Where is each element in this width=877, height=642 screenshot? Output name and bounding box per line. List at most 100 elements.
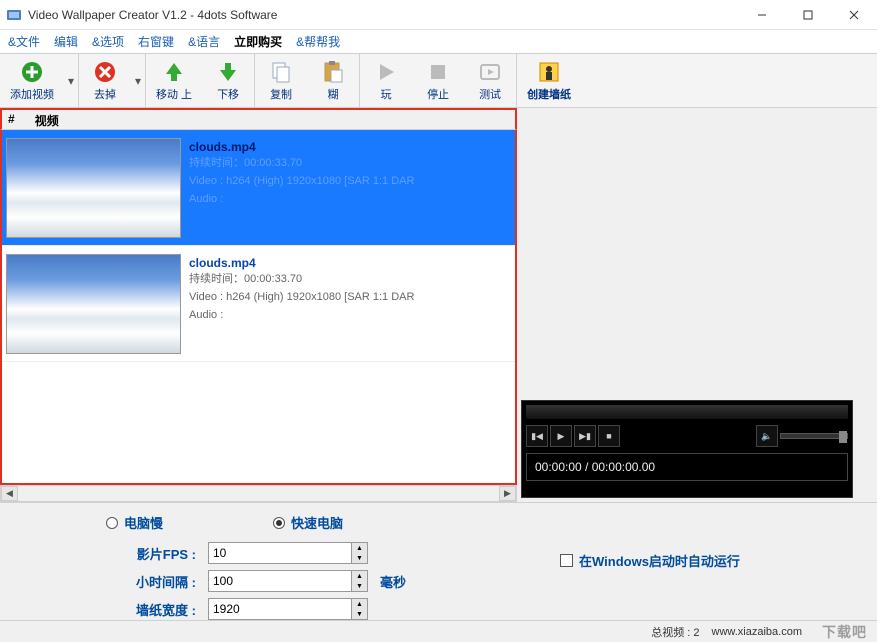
stop-label: 停止 — [427, 86, 449, 102]
menu-buy[interactable]: 立即购买 — [234, 33, 282, 50]
maximize-button[interactable] — [785, 0, 831, 30]
arrow-up-icon — [162, 60, 186, 84]
play-icon — [374, 60, 398, 84]
player-play-button[interactable]: ▶ — [550, 425, 572, 447]
menu-edit[interactable]: 编辑 — [54, 33, 78, 50]
player-time: 00:00:00 / 00:00:00.00 — [526, 453, 848, 481]
stop-button[interactable]: 停止 — [412, 54, 464, 107]
minimize-button[interactable] — [739, 0, 785, 30]
video-list-pane: # 视频 clouds.mp4 持续时间：00:00:33.70 Video :… — [0, 108, 517, 502]
list-row[interactable]: clouds.mp4 持续时间：00:00:33.70 Video : h264… — [2, 130, 515, 246]
status-total: 总视频 : 2 — [651, 624, 699, 640]
spin-up-icon[interactable]: ▲ — [351, 571, 367, 581]
remove-label: 去掉 — [94, 86, 116, 102]
interval-unit: 毫秒 — [380, 572, 406, 591]
video-filename: clouds.mp4 — [189, 140, 414, 154]
fps-label: 影片FPS : — [106, 544, 196, 563]
scroll-right-arrow[interactable]: ▶ — [499, 486, 516, 501]
video-duration: 持续时间：00:00:33.70 — [189, 156, 414, 172]
app-icon — [6, 7, 22, 23]
moveup-button[interactable]: 移动 上 — [146, 54, 202, 107]
add-dropdown-arrow[interactable]: ▾ — [64, 54, 78, 107]
radio-icon — [106, 517, 118, 529]
remove-button[interactable]: 去掉 — [79, 54, 131, 107]
play-button[interactable]: 玩 — [360, 54, 412, 107]
video-thumbnail — [6, 254, 181, 354]
video-duration: 持续时间：00:00:33.70 — [189, 272, 414, 288]
close-button[interactable] — [831, 0, 877, 30]
interval-spinner[interactable]: 100 ▲▼ — [208, 570, 368, 592]
player-stop-button[interactable]: ■ — [598, 425, 620, 447]
menu-help[interactable]: &帮帮我 — [296, 33, 340, 50]
menu-options[interactable]: &选项 — [92, 33, 124, 50]
video-thumbnail — [6, 138, 181, 238]
list-row[interactable]: clouds.mp4 持续时间：00:00:33.70 Video : h264… — [2, 246, 515, 362]
watermark: 下载吧 — [822, 622, 867, 642]
copy-button[interactable]: 复制 — [255, 54, 307, 107]
spin-down-icon[interactable]: ▼ — [351, 609, 367, 619]
volume-slider[interactable] — [780, 433, 848, 439]
scroll-track[interactable] — [18, 486, 499, 501]
radio-fast-pc[interactable]: 快速电脑 — [273, 513, 343, 532]
interval-value: 100 — [213, 574, 233, 588]
build-label: 创建墙纸 — [527, 86, 571, 102]
media-player: ▮◀ ▶ ▶▮ ■ 🔈 00:00:00 / 00:00:00.00 — [521, 400, 853, 498]
scroll-left-arrow[interactable]: ◀ — [1, 486, 18, 501]
list-body[interactable]: clouds.mp4 持续时间：00:00:33.70 Video : h264… — [0, 130, 517, 485]
menu-file[interactable]: &文件 — [8, 33, 40, 50]
fps-value: 10 — [213, 546, 226, 560]
build-icon — [537, 60, 561, 84]
horizontal-scrollbar[interactable]: ◀ ▶ — [0, 485, 517, 502]
play-label: 玩 — [381, 86, 392, 102]
test-icon — [478, 60, 502, 84]
test-button[interactable]: 测试 — [464, 54, 516, 107]
arrow-down-icon — [216, 60, 240, 84]
status-bar: 总视频 : 2 www.xiazaiba.com 下载吧 — [0, 620, 877, 642]
player-next-button[interactable]: ▶▮ — [574, 425, 596, 447]
movedown-label: 下移 — [217, 86, 239, 102]
stop-icon — [426, 60, 450, 84]
player-prev-button[interactable]: ▮◀ — [526, 425, 548, 447]
video-codec: Video : h264 (High) 1920x1080 [SAR 1:1 D… — [189, 174, 414, 190]
remove-dropdown-arrow[interactable]: ▾ — [131, 54, 145, 107]
autorun-label: 在Windows启动时自动运行 — [579, 551, 740, 570]
spin-down-icon[interactable]: ▼ — [351, 553, 367, 563]
player-mute-button[interactable]: 🔈 — [756, 425, 778, 447]
paste-icon — [321, 60, 345, 84]
status-site: www.xiazaiba.com — [712, 626, 802, 638]
checkbox-icon — [560, 554, 573, 567]
col-video[interactable]: 视频 — [35, 112, 59, 127]
width-label: 墙纸宽度 : — [106, 600, 196, 619]
list-header: # 视频 — [0, 108, 517, 130]
width-spinner[interactable]: 1920 ▲▼ — [208, 598, 368, 620]
radio-slow-label: 电脑慢 — [124, 513, 163, 532]
spin-up-icon[interactable]: ▲ — [351, 543, 367, 553]
fps-spinner[interactable]: 10 ▲▼ — [208, 542, 368, 564]
add-video-label: 添加视频 — [10, 86, 54, 102]
copy-icon — [269, 60, 293, 84]
video-filename: clouds.mp4 — [189, 256, 414, 270]
preview-pane: ▮◀ ▶ ▶▮ ■ 🔈 00:00:00 / 00:00:00.00 — [517, 108, 877, 502]
movedown-button[interactable]: 下移 — [202, 54, 254, 107]
paste-label: 糊 — [328, 86, 339, 102]
radio-slow-pc[interactable]: 电脑慢 — [106, 513, 163, 532]
player-seekbar[interactable] — [526, 405, 848, 419]
width-value: 1920 — [213, 602, 240, 616]
remove-icon — [93, 60, 117, 84]
toolbar: 添加视频 ▾ 去掉 ▾ 移动 上 下移 复制 糊 玩 — [0, 54, 877, 108]
spin-up-icon[interactable]: ▲ — [351, 599, 367, 609]
menu-bar: &文件 编辑 &选项 右窗键 &语言 立即购买 &帮帮我 — [0, 30, 877, 54]
video-audio: Audio : — [189, 192, 414, 208]
paste-button[interactable]: 糊 — [307, 54, 359, 107]
menu-language[interactable]: &语言 — [188, 33, 220, 50]
test-label: 测试 — [479, 86, 501, 102]
add-video-button[interactable]: 添加视频 — [0, 54, 64, 107]
radio-icon — [273, 517, 285, 529]
interval-label: 小时间隔 : — [106, 572, 196, 591]
video-audio: Audio : — [189, 308, 414, 324]
build-button[interactable]: 创建墙纸 — [517, 54, 581, 107]
spin-down-icon[interactable]: ▼ — [351, 581, 367, 591]
menu-rightkey[interactable]: 右窗键 — [138, 33, 174, 50]
col-num[interactable]: # — [8, 112, 15, 127]
autorun-checkbox[interactable]: 在Windows启动时自动运行 — [560, 551, 740, 570]
